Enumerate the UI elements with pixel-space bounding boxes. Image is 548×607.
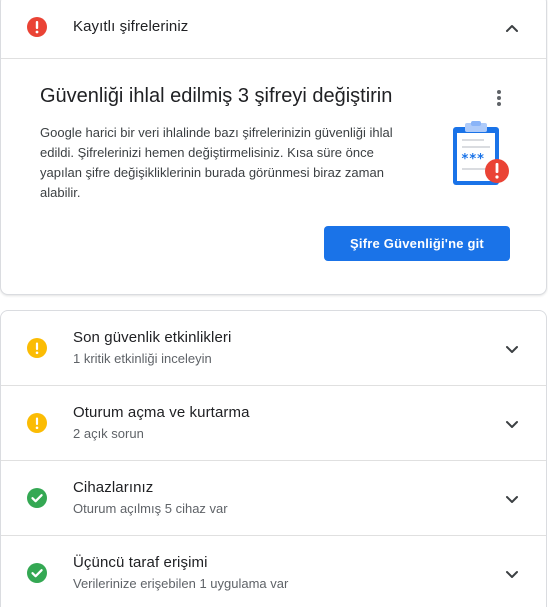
warning-icon (26, 337, 48, 359)
chevron-down-icon[interactable] (502, 339, 522, 359)
chevron-down-icon[interactable] (502, 489, 522, 509)
list-item-subtitle: Verilerinize erişebilen 1 uygulama var (73, 576, 289, 591)
more-vert-icon[interactable] (490, 88, 508, 108)
error-icon (26, 16, 48, 38)
chevron-up-icon[interactable] (502, 18, 522, 38)
security-checkup-panel: Kayıtlı şifreleriniz Güvenliği ihlal edi… (0, 0, 548, 607)
alert-title: Güvenliği ihlal edilmiş 3 şifreyi değişt… (40, 85, 393, 107)
list-item-title: Son güvenlik etkinlikleri (73, 329, 232, 346)
list-item-recent-security-activity[interactable]: Son güvenlik etkinlikleri 1 kritik etkin… (1, 311, 546, 386)
list-item-title: Oturum açma ve kurtarma (73, 404, 250, 421)
list-item-subtitle: Oturum açılmış 5 cihaz var (73, 501, 228, 516)
saved-passwords-card: Kayıtlı şifreleriniz Güvenliği ihlal edi… (0, 0, 547, 295)
saved-passwords-title: Kayıtlı şifreleriniz (73, 18, 189, 35)
list-item-title: Üçüncü taraf erişimi (73, 554, 208, 571)
illustration-stars: *** (461, 152, 485, 167)
list-item-third-party-access[interactable]: Üçüncü taraf erişimi Verilerinize erişeb… (1, 536, 546, 607)
alert-description: Google harici bir veri ihlalinde bazı şi… (40, 125, 393, 200)
go-to-password-checkup-button[interactable]: Şifre Güvenliği'ne git (324, 226, 510, 261)
chevron-down-icon[interactable] (502, 414, 522, 434)
list-item-title: Cihazlarınız (73, 479, 154, 496)
password-clipboard-icon: *** (447, 121, 517, 193)
chevron-down-icon[interactable] (502, 564, 522, 584)
check-icon (26, 562, 48, 584)
saved-passwords-header[interactable]: Kayıtlı şifreleriniz (1, 1, 546, 59)
security-items-list: Son güvenlik etkinlikleri 1 kritik etkin… (0, 310, 547, 607)
check-icon (26, 487, 48, 509)
warning-icon (26, 412, 48, 434)
list-item-subtitle: 2 açık sorun (73, 426, 144, 441)
list-item-subtitle: 1 kritik etkinliği inceleyin (73, 351, 212, 366)
list-item-your-devices[interactable]: Cihazlarınız Oturum açılmış 5 cihaz var (1, 461, 546, 536)
list-item-signin-recovery[interactable]: Oturum açma ve kurtarma 2 açık sorun (1, 386, 546, 461)
